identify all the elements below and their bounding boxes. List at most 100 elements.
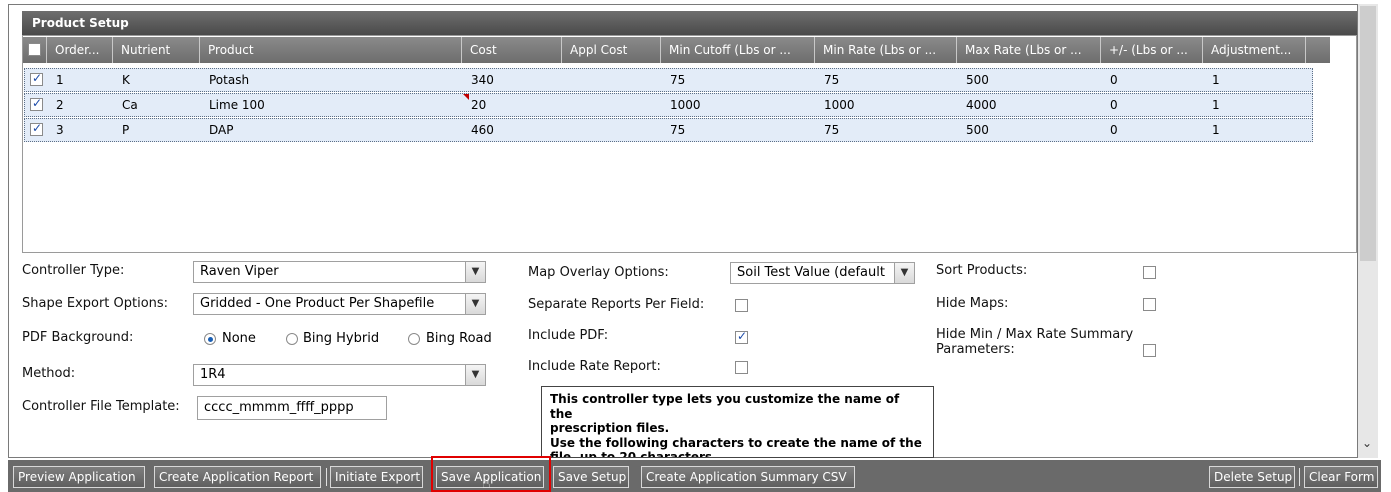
clear-form-button[interactable]: Clear Form xyxy=(1304,466,1378,488)
scrollbar-thumb[interactable] xyxy=(1360,6,1376,261)
include-rate-report-checkbox[interactable] xyxy=(735,361,748,374)
controller-file-template-input[interactable]: cccc_mmmm_ffff_pppp xyxy=(197,396,387,420)
table-row[interactable]: 1 K Potash 340 75 75 500 0 1 xyxy=(24,68,1313,92)
col-header-adjustment[interactable]: Adjustment... xyxy=(1203,37,1306,63)
preview-application-button[interactable]: Preview Application xyxy=(13,466,145,488)
cell-appl-cost xyxy=(563,119,571,141)
arrow-down-icon[interactable]: ⌄ xyxy=(1362,436,1372,450)
hide-maps-label: Hide Maps: xyxy=(936,296,1009,311)
toolbar-separator xyxy=(326,468,327,486)
shape-export-value: Gridded - One Product Per Shapefile xyxy=(200,296,435,311)
save-setup-button[interactable]: Save Setup xyxy=(553,466,629,488)
controller-type-tooltip: This controller type lets you customize … xyxy=(541,386,934,458)
tooltip-line: This controller type lets you customize … xyxy=(550,392,900,421)
cell-nutrient: Ca xyxy=(122,98,138,112)
include-pdf-label: Include PDF: xyxy=(528,328,609,343)
controller-type-value: Raven Viper xyxy=(200,264,279,279)
shape-export-select[interactable]: Gridded - One Product Per Shapefile ▼ xyxy=(193,293,486,315)
panel-title: Product Setup xyxy=(22,11,1357,35)
select-all-header xyxy=(23,37,47,63)
method-value: 1R4 xyxy=(200,367,226,382)
col-header-cost[interactable]: Cost xyxy=(462,37,562,63)
cell-plus-minus: 0 xyxy=(1110,98,1118,112)
map-overlay-value: Soil Test Value (default xyxy=(737,265,885,280)
cell-min-cutoff: 1000 xyxy=(670,98,701,112)
map-overlay-label: Map Overlay Options: xyxy=(528,265,669,280)
controller-type-select[interactable]: Raven Viper ▼ xyxy=(193,261,486,283)
tooltip-line: Use the following characters to create t… xyxy=(550,435,922,450)
row-checkbox[interactable] xyxy=(30,121,43,136)
cell-plus-minus: 0 xyxy=(1110,73,1118,87)
hide-minmax-checkbox[interactable] xyxy=(1143,344,1156,357)
save-application-highlight xyxy=(431,456,551,492)
cell-appl-cost xyxy=(563,69,571,91)
map-overlay-select[interactable]: Soil Test Value (default ▼ xyxy=(730,262,915,284)
tooltip-line: file, up to 20 characters. xyxy=(550,450,717,458)
separate-reports-checkbox[interactable] xyxy=(735,299,748,312)
cell-min-rate: 1000 xyxy=(824,98,855,112)
app-window: Product Setup Order... Nutrient Product … xyxy=(0,0,1391,492)
tooltip-line: prescription files. xyxy=(550,421,670,435)
col-header-nutrient[interactable]: Nutrient xyxy=(113,37,200,63)
cell-adjustment: 1 xyxy=(1212,123,1220,137)
col-header-min-rate[interactable]: Min Rate (Lbs or ... xyxy=(815,37,957,63)
pdf-bg-bing-road-radio[interactable] xyxy=(408,333,420,345)
pdf-bg-bing-hybrid-label[interactable]: Bing Hybrid xyxy=(303,331,379,346)
toolbar-separator xyxy=(1299,468,1300,486)
cell-min-cutoff: 75 xyxy=(670,123,686,137)
chevron-down-icon[interactable]: ▼ xyxy=(465,365,485,385)
delete-setup-button[interactable]: Delete Setup xyxy=(1209,466,1295,488)
shape-export-label: Shape Export Options: xyxy=(22,296,169,311)
hand-cursor-icon: ☝ xyxy=(482,476,491,492)
row-checkbox[interactable] xyxy=(30,96,43,111)
col-header-plus-minus[interactable]: +/- (Lbs or ... xyxy=(1101,37,1203,63)
cell-nutrient: P xyxy=(122,123,130,137)
cell-min-rate: 75 xyxy=(824,73,840,87)
chevron-down-icon[interactable]: ▼ xyxy=(465,294,485,314)
cell-order: 3 xyxy=(56,123,64,137)
chevron-down-icon[interactable]: ▼ xyxy=(465,262,485,282)
product-grid: Order... Nutrient Product Cost Appl Cost… xyxy=(22,35,1357,253)
pdf-bg-none-radio[interactable] xyxy=(204,333,216,345)
col-header-order[interactable]: Order... xyxy=(47,37,113,63)
hide-minmax-label-line1: Hide Min / Max Rate Summary xyxy=(936,327,1134,342)
vertical-scrollbar[interactable]: ⌄ xyxy=(1358,4,1378,458)
hide-maps-checkbox[interactable] xyxy=(1143,298,1156,311)
create-application-report-button[interactable]: Create Application Report xyxy=(154,466,321,488)
cell-plus-minus: 0 xyxy=(1110,123,1118,137)
cell-max-rate: 4000 xyxy=(966,98,997,112)
dirty-cell-marker-icon xyxy=(463,94,469,100)
separate-reports-label: Separate Reports Per Field: xyxy=(528,297,705,312)
grid-header: Order... Nutrient Product Cost Appl Cost… xyxy=(23,36,1356,64)
cell-max-rate: 500 xyxy=(966,123,989,137)
include-pdf-checkbox[interactable] xyxy=(735,329,748,344)
pdf-bg-none-label[interactable]: None xyxy=(222,331,256,346)
row-checkbox[interactable] xyxy=(30,71,43,86)
col-header-spacer xyxy=(1306,37,1330,63)
cell-order: 2 xyxy=(56,98,64,112)
col-header-max-rate[interactable]: Max Rate (Lbs or ... xyxy=(957,37,1101,63)
pdf-bg-bing-hybrid-radio[interactable] xyxy=(286,333,298,345)
initiate-export-button[interactable]: Initiate Export xyxy=(330,466,423,488)
create-application-summary-csv-button[interactable]: Create Application Summary CSV xyxy=(641,466,855,488)
chevron-down-icon[interactable]: ▼ xyxy=(894,263,914,283)
col-header-product[interactable]: Product xyxy=(200,37,462,63)
include-rate-report-label: Include Rate Report: xyxy=(528,359,661,374)
cell-product: Potash xyxy=(209,73,250,87)
sort-products-label: Sort Products: xyxy=(936,263,1028,278)
cell-order: 1 xyxy=(56,73,64,87)
controller-file-template-label: Controller File Template: xyxy=(22,399,180,414)
pdf-bg-bing-road-label[interactable]: Bing Road xyxy=(426,331,492,346)
sort-products-checkbox[interactable] xyxy=(1143,266,1156,279)
select-all-checkbox[interactable] xyxy=(28,43,41,56)
action-toolbar: Preview Application Create Application R… xyxy=(8,460,1381,492)
cell-product: DAP xyxy=(209,123,234,137)
col-header-min-cutoff[interactable]: Min Cutoff (Lbs or ... xyxy=(661,37,815,63)
table-row[interactable]: 3 P DAP 460 75 75 500 0 1 xyxy=(24,118,1313,142)
cell-adjustment: 1 xyxy=(1212,98,1220,112)
table-row[interactable]: 2 Ca Lime 100 20 1000 1000 4000 0 1 xyxy=(24,93,1313,117)
cell-nutrient: K xyxy=(122,73,130,87)
method-select[interactable]: 1R4 ▼ xyxy=(193,364,486,386)
col-header-appl-cost[interactable]: Appl Cost xyxy=(562,37,661,63)
cell-cost: 340 xyxy=(471,73,494,87)
